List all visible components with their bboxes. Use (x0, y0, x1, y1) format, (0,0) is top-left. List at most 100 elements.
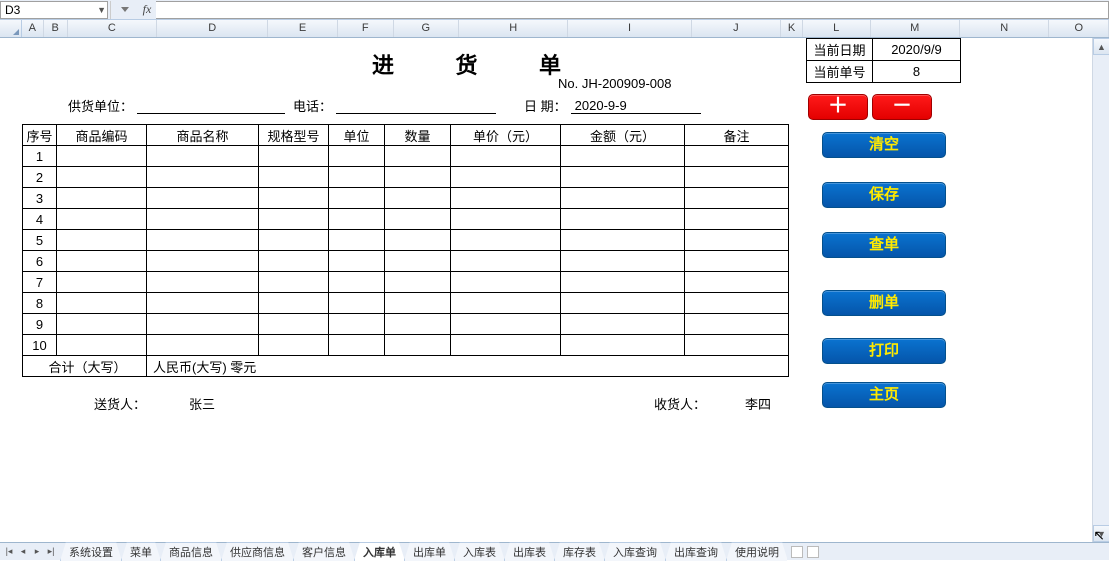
delete-button[interactable]: 删单 (822, 290, 946, 316)
col-header-k[interactable]: K (781, 20, 803, 37)
clear-button[interactable]: 清空 (822, 132, 946, 158)
cell[interactable] (329, 146, 385, 167)
cell[interactable] (147, 293, 259, 314)
cell[interactable] (329, 230, 385, 251)
sheet-tab[interactable]: 菜单 (121, 542, 161, 561)
fx-icon[interactable]: fx (138, 2, 156, 17)
name-box-dropdown-icon[interactable]: ▼ (97, 5, 106, 15)
table-row[interactable]: 7 (23, 272, 789, 293)
cell[interactable] (329, 314, 385, 335)
tab-nav-last-icon[interactable]: ▸| (44, 545, 58, 559)
cell[interactable] (259, 209, 329, 230)
cell[interactable] (451, 146, 561, 167)
cell[interactable] (57, 146, 147, 167)
col-header-e[interactable]: E (268, 20, 338, 37)
cell[interactable] (329, 188, 385, 209)
col-header-m[interactable]: M (871, 20, 960, 37)
cell[interactable] (259, 188, 329, 209)
cell[interactable] (451, 272, 561, 293)
cell[interactable] (259, 272, 329, 293)
table-row[interactable]: 2 (23, 167, 789, 188)
cell[interactable] (561, 335, 685, 356)
cell[interactable] (329, 293, 385, 314)
sheet-tab[interactable]: 入库查询 (604, 542, 666, 561)
vertical-scrollbar[interactable]: ▲ ▼ (1092, 38, 1109, 542)
table-row[interactable]: 5 (23, 230, 789, 251)
cell[interactable] (385, 314, 451, 335)
cell[interactable] (561, 230, 685, 251)
col-header-j[interactable]: J (692, 20, 781, 37)
table-row[interactable]: 10 (23, 335, 789, 356)
cell[interactable] (147, 251, 259, 272)
table-row[interactable]: 6 (23, 251, 789, 272)
cell[interactable] (451, 251, 561, 272)
cell[interactable] (685, 167, 789, 188)
cell[interactable] (685, 272, 789, 293)
sheet-tab[interactable]: 出库表 (504, 542, 555, 561)
cell[interactable] (385, 293, 451, 314)
col-header-c[interactable]: C (68, 20, 157, 37)
col-header-a[interactable]: A (22, 20, 44, 37)
cell[interactable] (385, 188, 451, 209)
cell[interactable] (329, 251, 385, 272)
tab-extra-icon-1[interactable] (791, 546, 803, 558)
col-header-h[interactable]: H (459, 20, 568, 37)
cell[interactable] (57, 251, 147, 272)
cell[interactable] (685, 230, 789, 251)
cell[interactable] (57, 188, 147, 209)
home-button[interactable]: 主页 (822, 382, 946, 408)
col-header-b[interactable]: B (44, 20, 68, 37)
cell[interactable] (147, 209, 259, 230)
cell[interactable] (685, 314, 789, 335)
select-all-corner[interactable] (0, 20, 22, 37)
phone-input[interactable] (336, 98, 496, 114)
cell[interactable] (57, 167, 147, 188)
sheet-tab[interactable]: 入库表 (454, 542, 505, 561)
cell[interactable] (385, 272, 451, 293)
cell[interactable] (385, 209, 451, 230)
sheet-tab[interactable]: 库存表 (554, 542, 605, 561)
cell[interactable] (259, 230, 329, 251)
sheet-tab[interactable]: 入库单 (354, 542, 405, 561)
cell[interactable] (451, 209, 561, 230)
cell[interactable] (147, 272, 259, 293)
cell[interactable] (57, 335, 147, 356)
formula-bar[interactable] (156, 1, 1109, 19)
cell[interactable] (561, 293, 685, 314)
cell[interactable] (329, 167, 385, 188)
cell[interactable] (685, 293, 789, 314)
plus-button[interactable]: ＋ (808, 94, 868, 120)
cell[interactable] (385, 167, 451, 188)
scroll-up-icon[interactable]: ▲ (1093, 38, 1109, 55)
col-header-g[interactable]: G (394, 20, 460, 37)
cell[interactable] (561, 167, 685, 188)
cell[interactable] (685, 209, 789, 230)
find-button[interactable]: 查单 (822, 232, 946, 258)
cell[interactable] (451, 167, 561, 188)
cell[interactable] (451, 293, 561, 314)
cell[interactable] (385, 335, 451, 356)
date-input[interactable]: 2020-9-9 (571, 98, 701, 114)
cell[interactable] (147, 167, 259, 188)
table-row[interactable]: 8 (23, 293, 789, 314)
cell[interactable] (259, 314, 329, 335)
cell[interactable] (259, 293, 329, 314)
tab-nav-first-icon[interactable]: |◂ (2, 545, 16, 559)
cell[interactable] (451, 335, 561, 356)
cell[interactable] (259, 167, 329, 188)
sheet-tab[interactable]: 客户信息 (293, 542, 355, 561)
cell[interactable] (385, 146, 451, 167)
table-row[interactable]: 4 (23, 209, 789, 230)
col-header-d[interactable]: D (157, 20, 268, 37)
cell[interactable] (147, 188, 259, 209)
cell[interactable] (329, 272, 385, 293)
formula-expand[interactable] (110, 1, 138, 19)
cell[interactable] (57, 272, 147, 293)
cell[interactable] (451, 314, 561, 335)
cell[interactable] (57, 293, 147, 314)
col-header-i[interactable]: I (568, 20, 691, 37)
cell[interactable] (259, 335, 329, 356)
cell[interactable] (329, 209, 385, 230)
cell[interactable] (259, 251, 329, 272)
cell[interactable] (561, 314, 685, 335)
